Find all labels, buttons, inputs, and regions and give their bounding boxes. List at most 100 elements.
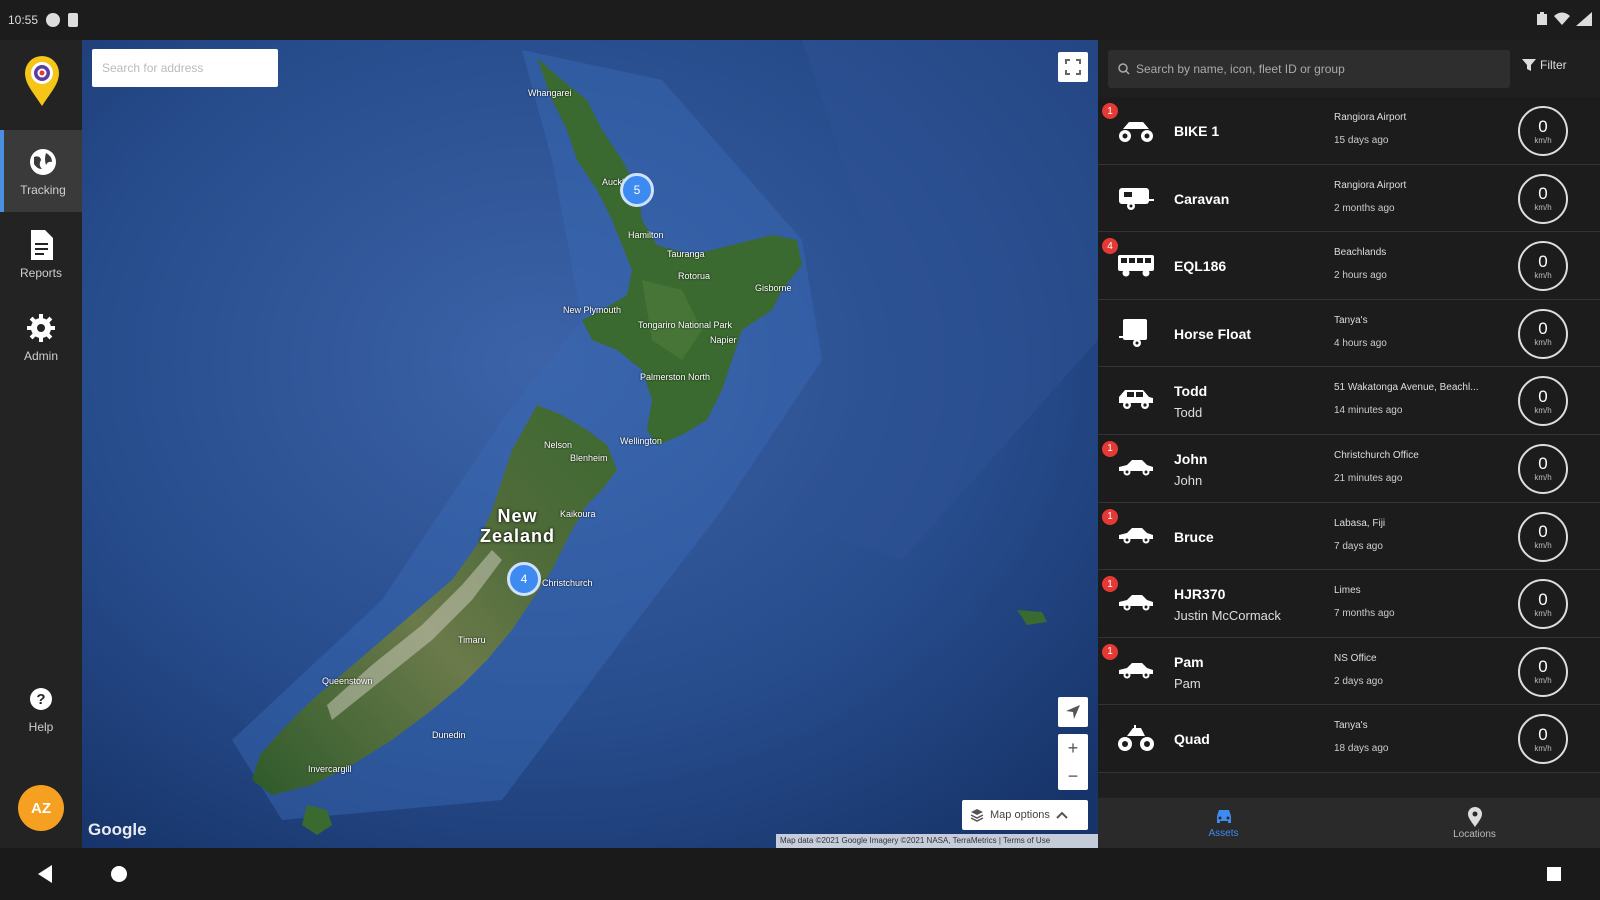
- speed-value: 0: [1538, 454, 1548, 474]
- car-icon: [1116, 656, 1156, 686]
- speed-unit: km/h: [1534, 676, 1552, 686]
- address-search-input[interactable]: Search for address: [92, 49, 278, 87]
- speed-unit: km/h: [1534, 405, 1552, 415]
- asset-search-placeholder: Search by name, icon, fleet ID or group: [1136, 62, 1345, 76]
- globe-icon: [26, 145, 60, 179]
- zoom-in-button[interactable]: +: [1058, 734, 1088, 762]
- filter-label: Filter: [1540, 58, 1567, 72]
- asset-last-seen: 2 months ago: [1334, 202, 1395, 214]
- asset-row[interactable]: 1 Bruce Labasa, Fiji 7 days ago 0 km/h: [1098, 502, 1600, 571]
- caravan-icon: [1116, 183, 1156, 213]
- speed-unit: km/h: [1534, 743, 1552, 753]
- place-label: Dunedin: [432, 730, 466, 740]
- my-location-button[interactable]: [1058, 697, 1088, 727]
- speed-unit: km/h: [1534, 203, 1552, 213]
- place-label: Wellington: [620, 436, 662, 446]
- layers-icon: [970, 809, 984, 822]
- asset-location: NS Office: [1334, 652, 1377, 664]
- speed-value: 0: [1538, 184, 1548, 204]
- fullscreen-button[interactable]: [1058, 52, 1088, 82]
- speed-gauge: 0 km/h: [1518, 646, 1568, 697]
- filter-icon: [1522, 59, 1536, 71]
- svg-text:?: ?: [36, 691, 45, 708]
- wifi-icon: [1554, 12, 1570, 29]
- chevron-up-icon: [1056, 811, 1068, 819]
- vehicle-icon: [1216, 809, 1231, 823]
- asset-row[interactable]: Todd Todd 51 Wakatonga Avenue, Beachl... 14…: [1098, 367, 1600, 435]
- tab-locations[interactable]: Locations: [1349, 798, 1600, 848]
- asset-name: BIKE 1: [1174, 123, 1220, 139]
- suv-icon: [1116, 385, 1156, 415]
- avatar[interactable]: AZ: [18, 785, 64, 831]
- asset-name: Todd: [1174, 383, 1208, 400]
- zoom-control: + −: [1058, 734, 1088, 790]
- map-options-label: Map options: [990, 809, 1050, 821]
- home-button-icon[interactable]: [111, 866, 127, 882]
- asset-name: Pam: [1174, 653, 1204, 670]
- filter-button[interactable]: Filter: [1522, 58, 1567, 72]
- nav-item-tracking[interactable]: Tracking: [0, 130, 82, 212]
- map-cluster-marker[interactable]: 5: [620, 173, 654, 207]
- asset-row[interactable]: 1 John John Christchurch Office 21 minutes a…: [1098, 434, 1600, 503]
- asset-location: Tanya's: [1334, 720, 1368, 732]
- asset-search-input[interactable]: Search by name, icon, fleet ID or group: [1108, 50, 1510, 88]
- speed-gauge: 0 km/h: [1518, 443, 1568, 494]
- car-icon: [1116, 588, 1156, 618]
- google-logo: Google: [88, 820, 147, 839]
- asset-driver: Pam: [1174, 675, 1201, 691]
- asset-row[interactable]: Horse Float Tanya's 4 hours ago 0 km/h: [1098, 299, 1600, 368]
- asset-row[interactable]: 1 Pam Pam NS Office 2 days ago 0 km/h: [1098, 637, 1600, 706]
- asset-row[interactable]: 4 EQL186 Beachlands 2 hours ago 0 km/h: [1098, 232, 1600, 300]
- asset-driver: Justin McCormack: [1174, 608, 1281, 624]
- asset-location: Tanya's: [1334, 314, 1368, 326]
- zoom-out-button[interactable]: −: [1058, 762, 1088, 790]
- recent-apps-icon[interactable]: [1547, 867, 1561, 881]
- left-sidebar: Tracking Reports Admin ? Help AZ: [0, 40, 82, 848]
- notification-icon: [46, 13, 61, 27]
- asset-location: Labasa, Fiji: [1334, 517, 1386, 529]
- place-label: Timaru: [458, 635, 486, 645]
- asset-name: Horse Float: [1174, 325, 1252, 342]
- asset-list: 1 BIKE 1 Rangiora Airport 15 days ago 0 km/h C…: [1098, 97, 1600, 773]
- map-attribution[interactable]: Map data ©2021 Google Imagery ©2021 NASA…: [776, 834, 1098, 848]
- asset-location: Christchurch Office: [1334, 449, 1419, 461]
- asset-location: 51 Wakatonga Avenue, Beachl...: [1334, 382, 1479, 394]
- place-label: Blenheim: [570, 453, 608, 463]
- asset-name: Bruce: [1174, 528, 1214, 545]
- asset-name: Caravan: [1174, 190, 1230, 207]
- place-label: Invercargill: [308, 764, 352, 774]
- speed-value: 0: [1538, 116, 1548, 136]
- tab-assets[interactable]: Assets: [1098, 798, 1349, 848]
- quad-icon: [1116, 723, 1156, 753]
- back-button-icon[interactable]: [38, 865, 52, 883]
- location-pin-icon: [1467, 806, 1482, 827]
- map-view[interactable]: Whangarei Auckland Hamilton Tauranga Rot…: [82, 40, 1098, 848]
- asset-last-seen: 21 minutes ago: [1334, 472, 1403, 484]
- speed-unit: km/h: [1534, 270, 1552, 280]
- speed-gauge: 0 km/h: [1518, 714, 1568, 765]
- asset-driver: John: [1174, 472, 1203, 488]
- speed-gauge: 0 km/h: [1518, 579, 1568, 630]
- address-search-placeholder: Search for address: [102, 61, 204, 75]
- speed-unit: km/h: [1534, 541, 1552, 551]
- speed-gauge: 0 km/h: [1518, 106, 1568, 156]
- nav-item-help[interactable]: ? Help: [0, 670, 82, 746]
- asset-row[interactable]: Caravan Rangiora Airport 2 months ago 0 km/h: [1098, 164, 1600, 233]
- nav-item-reports[interactable]: Reports: [0, 213, 82, 295]
- asset-row[interactable]: 1 HJR370 Justin McCormack Limes 7 months ago…: [1098, 570, 1600, 638]
- place-label: Nelson: [544, 440, 573, 450]
- map-cluster-marker[interactable]: 4: [507, 562, 541, 596]
- place-label: Kaikoura: [560, 509, 596, 519]
- tab-label: Locations: [1453, 828, 1496, 840]
- asset-last-seen: 4 hours ago: [1334, 337, 1387, 349]
- nav-item-admin[interactable]: Admin: [0, 296, 82, 378]
- asset-last-seen: 2 days ago: [1334, 675, 1383, 687]
- place-label: Whangarei: [528, 88, 572, 98]
- status-bar: 10:55: [0, 0, 1600, 40]
- speed-unit: km/h: [1534, 608, 1552, 618]
- map-options-button[interactable]: Map options: [962, 800, 1088, 830]
- asset-location: Beachlands: [1334, 247, 1387, 259]
- asset-location: Rangiora Airport: [1334, 112, 1407, 123]
- asset-row[interactable]: Quad Tanya's 18 days ago 0 km/h: [1098, 705, 1600, 773]
- asset-row[interactable]: 1 BIKE 1 Rangiora Airport 15 days ago 0 km/h: [1098, 97, 1600, 165]
